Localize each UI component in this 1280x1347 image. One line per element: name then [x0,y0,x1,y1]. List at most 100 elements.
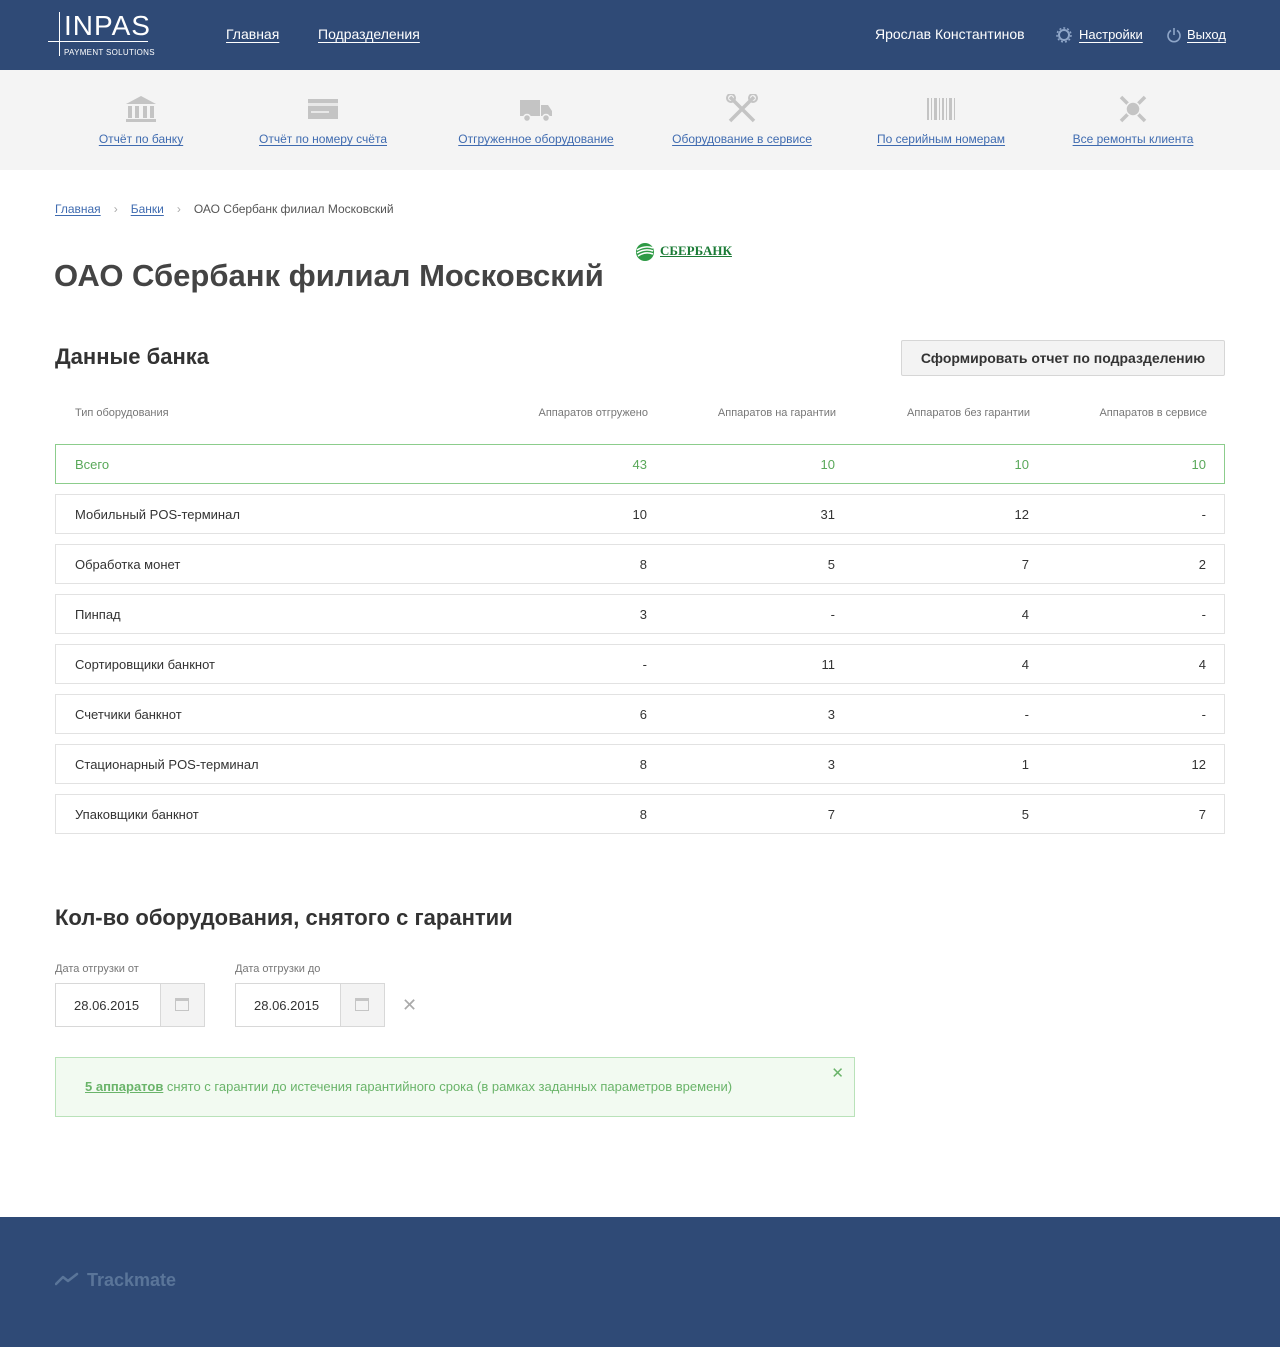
table-row[interactable]: Упаковщики банкнот 8 7 5 7 [55,794,1225,834]
repair-icon [1119,95,1147,123]
column-header-in-service[interactable]: Аппаратов в сервисе [1099,407,1207,419]
gear-icon[interactable] [1056,27,1072,43]
power-icon[interactable] [1166,27,1182,43]
breadcrumb-home-link[interactable]: Главная [55,202,101,216]
table-cell-type: Мобильный POS-терминал [75,507,240,522]
column-header-no-warranty[interactable]: Аппаратов без гарантии [907,407,1030,419]
table-cell-shipped: 8 [639,757,647,772]
date-from-value[interactable]: 28.06.2015 [74,998,139,1013]
user-name: Ярослав Константинов [875,26,1025,42]
table-cell-no-warranty: 5 [1021,807,1029,822]
trackmate-logo[interactable]: Trackmate [55,1268,195,1292]
column-header-shipped[interactable]: Аппаратов отгружено [538,407,648,419]
table-cell-warranty: 7 [827,807,835,822]
table-header: Тип оборудования Аппаратов отгружено Апп… [55,407,1225,423]
logo-line-vertical [59,12,60,56]
table-cell-warranty: 11 [821,657,836,672]
table-cell-warranty: 3 [827,757,835,772]
tools-icon [726,94,758,123]
breadcrumb-banks-link[interactable]: Банки [131,202,164,216]
table-cell-shipped: 43 [632,457,647,472]
sberbank-logo[interactable]: СБЕРБАНК [634,242,744,262]
card-icon [308,99,338,119]
table-cell-type: Обработка монет [75,557,181,572]
table-row[interactable]: Обработка монет 8 5 7 2 [55,544,1225,584]
table-row[interactable]: Пинпад 3 - 4 - [55,594,1225,634]
table-cell-shipped: 10 [632,507,647,522]
table-cell-no-warranty: 4 [1021,657,1029,672]
quick-item-client-repairs[interactable]: Все ремонты клиента [1065,70,1201,170]
inpas-logo[interactable]: INPAS PAYMENT SOLUTIONS [48,8,158,60]
chevron-right-icon: › [113,202,118,216]
quick-item-label: Оборудование в сервисе [672,132,812,146]
table-cell-warranty: 31 [820,507,835,522]
sberbank-logo-text: СБЕРБАНК [660,243,732,258]
bank-icon [126,96,156,122]
table-row-total[interactable]: Всего 43 10 10 10 [55,444,1225,484]
date-to-calendar-button[interactable] [340,984,384,1026]
sberbank-logo-icon [636,243,654,261]
breadcrumb: Главная › Банки › ОАО Сбербанк филиал Москов… [55,202,394,216]
breadcrumb-current: ОАО Сбербанк филиал Московский [193,202,394,216]
logo-text: INPAS [64,10,151,41]
table-cell-type: Счетчики банкнот [75,707,182,722]
quick-item-label: По серийным номерам [876,132,1006,146]
quick-item-account-report[interactable]: Отчёт по номеру счёта [252,70,394,170]
table-cell-no-warranty: 1 [1021,757,1029,772]
date-to-field[interactable]: 28.06.2015 [235,983,385,1027]
nav-departments-link[interactable]: Подразделения [318,26,420,42]
table-cell-type: Стационарный POS-терминал [75,757,259,772]
table-cell-no-warranty: 10 [1014,457,1029,472]
bank-data-title: Данные банка [55,344,209,369]
table-cell-no-warranty: - [1024,707,1029,722]
quick-item-label: Отчёт по номеру счёта [258,132,387,146]
column-header-warranty[interactable]: Аппаратов на гарантии [718,407,836,419]
table-cell-warranty: - [830,607,835,622]
table-row[interactable]: Счетчики банкнот 6 3 - - [55,694,1225,734]
alert-count-link[interactable]: 5 аппаратов [85,1079,163,1094]
column-header-type[interactable]: Тип оборудования [75,407,169,419]
table-cell-in-service: 12 [1191,757,1206,772]
table-cell-in-service: 7 [1198,807,1206,822]
close-icon[interactable]: ✕ [831,1064,844,1082]
table-cell-in-service: 10 [1191,457,1206,472]
top-header: INPAS PAYMENT SOLUTIONS Главная Подразде… [0,0,1280,70]
table-cell-shipped: 3 [639,607,647,622]
quick-item-equipment-service[interactable]: Оборудование в сервисе [666,70,818,170]
chevron-right-icon: › [176,202,181,216]
table-cell-warranty: 5 [827,557,835,572]
table-cell-type: Упаковщики банкнот [75,807,199,822]
warranty-section-title: Кол-во оборудования, снятого с гарантии [55,905,513,930]
quick-item-shipped-equipment[interactable]: Отгруженное оборудование [452,70,620,170]
nav-home-link[interactable]: Главная [226,26,279,42]
date-to-value[interactable]: 28.06.2015 [254,998,319,1013]
table-cell-shipped: 8 [639,807,647,822]
quick-item-label: Отгруженное оборудование [458,132,614,146]
table-cell-in-service: 2 [1198,557,1206,572]
table-row[interactable]: Сортировщики банкнот - 11 4 4 [55,644,1225,684]
date-from-calendar-button[interactable] [160,984,204,1026]
table-cell-no-warranty: 7 [1021,557,1029,572]
table-row[interactable]: Мобильный POS-терминал 10 31 12 - [55,494,1225,534]
table-cell-in-service: - [1201,607,1206,622]
quick-item-bank-report[interactable]: Отчёт по банку [91,70,191,170]
date-from-field[interactable]: 28.06.2015 [55,983,205,1027]
date-from-label: Дата отгрузки от [55,963,139,975]
generate-report-button[interactable]: Сформировать отчет по подразделению [901,340,1225,376]
table-cell-warranty: 3 [827,707,835,722]
alert-message-text: снято с гарантии до истечения гарантийно… [163,1079,733,1094]
logout-link[interactable]: Выход [1187,27,1226,42]
table-cell-no-warranty: 4 [1021,607,1029,622]
table-row[interactable]: Стационарный POS-терминал 8 3 1 12 [55,744,1225,784]
footer-brand-text: Trackmate [87,1270,177,1290]
table-cell-type: Пинпад [75,607,121,622]
table-cell-type: Сортировщики банкнот [75,657,215,672]
table-cell-shipped: 8 [639,557,647,572]
page-footer: Trackmate [0,1217,1280,1347]
calendar-icon [175,998,189,1011]
table-cell-warranty: 10 [820,457,835,472]
calendar-icon [355,998,369,1011]
quick-item-serial-numbers[interactable]: По серийным номерам [870,70,1012,170]
settings-link[interactable]: Настройки [1079,27,1143,42]
clear-dates-icon[interactable]: ✕ [402,995,417,1016]
